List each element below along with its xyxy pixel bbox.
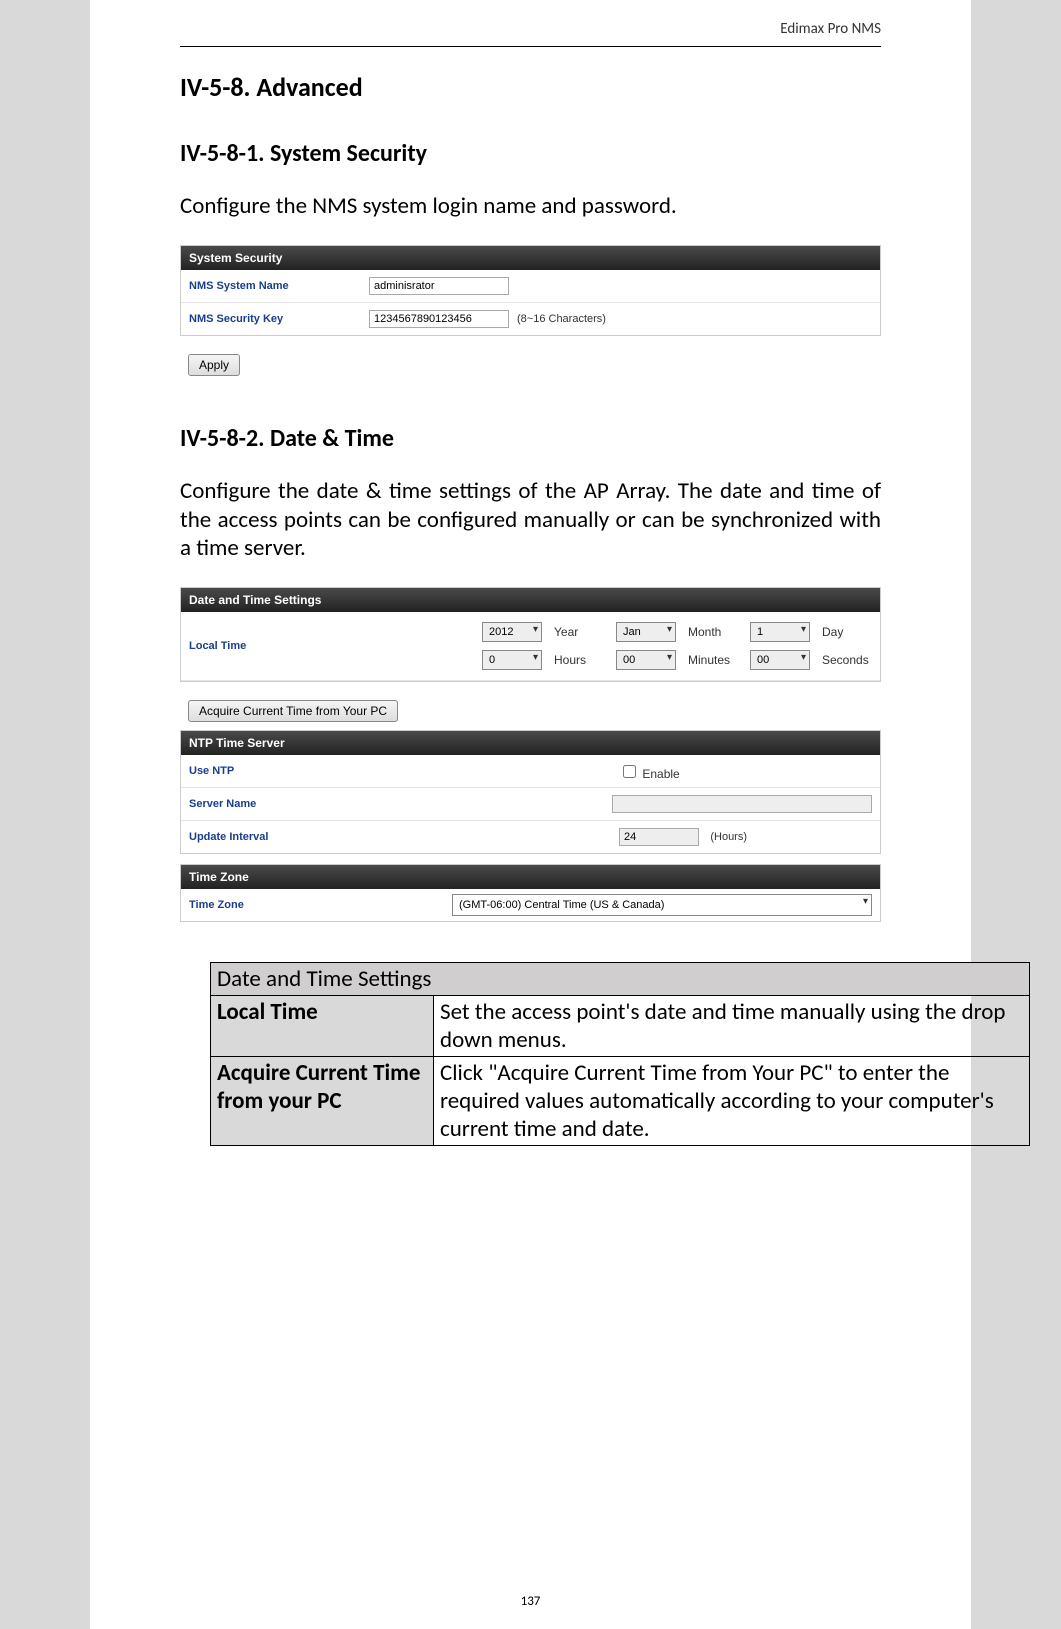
nms-security-key-input[interactable]	[369, 310, 509, 328]
timezone-select[interactable]: (GMT-06:00) Central Time (US & Canada)	[452, 894, 872, 916]
date-time-panel: Date and Time Settings Local Time 2012 Y…	[180, 587, 881, 682]
day-label: Day	[822, 625, 872, 639]
hours-label: Hours	[554, 653, 604, 667]
apply-button[interactable]: Apply	[188, 354, 240, 376]
server-name-input[interactable]	[612, 795, 872, 813]
panel-title: Date and Time Settings	[181, 588, 880, 612]
key-hint: (8~16 Characters)	[517, 313, 606, 325]
subsection-1-title: IV-5-8-1. System Security	[180, 139, 881, 168]
seconds-label: Seconds	[822, 653, 872, 667]
hours-select[interactable]: 0	[482, 650, 542, 670]
description-table: Date and Time Settings Local Time Set th…	[210, 962, 1030, 1146]
subsection-2-desc: Configure the date & time settings of th…	[180, 477, 881, 563]
system-security-panel: System Security NMS System Name NMS Secu…	[180, 245, 881, 336]
year-label: Year	[554, 625, 604, 639]
page-header: Edimax Pro NMS	[180, 20, 881, 47]
month-label: Month	[688, 625, 738, 639]
minutes-select[interactable]: 00	[616, 650, 676, 670]
enable-label: Enable	[642, 767, 679, 781]
month-select[interactable]: Jan	[616, 622, 676, 642]
update-interval-input[interactable]	[619, 828, 699, 846]
section-title: IV-5-8. Advanced	[180, 71, 881, 103]
year-select[interactable]: 2012	[482, 622, 542, 642]
panel-title: System Security	[181, 246, 880, 270]
panel-title: Time Zone	[181, 865, 880, 889]
nms-security-key-label: NMS Security Key	[189, 313, 369, 325]
seconds-select[interactable]: 00	[750, 650, 810, 670]
timezone-panel: Time Zone Time Zone (GMT-06:00) Central …	[180, 864, 881, 922]
subsection-1-desc: Configure the NMS system login name and …	[180, 192, 881, 221]
nms-system-name-label: NMS System Name	[189, 280, 369, 292]
interval-hint: (Hours)	[710, 831, 747, 843]
desc-row1-val: Set the access point's date and time man…	[434, 996, 1030, 1057]
local-time-label: Local Time	[189, 640, 262, 652]
acquire-time-button[interactable]: Acquire Current Time from Your PC	[188, 700, 398, 722]
use-ntp-label: Use NTP	[189, 765, 369, 777]
ntp-panel: NTP Time Server Use NTP Enable Server Na…	[180, 730, 881, 854]
enable-ntp-checkbox[interactable]	[623, 765, 636, 778]
desc-row2-val: Click "Acquire Current Time from Your PC…	[434, 1057, 1030, 1146]
server-name-label: Server Name	[189, 798, 362, 810]
day-select[interactable]: 1	[750, 622, 810, 642]
subsection-2-title: IV-5-8-2. Date & Time	[180, 424, 881, 453]
minutes-label: Minutes	[688, 653, 738, 667]
desc-row2-key: Acquire Current Time from your PC	[211, 1057, 434, 1146]
desc-table-title: Date and Time Settings	[211, 963, 1030, 996]
update-interval-label: Update Interval	[189, 831, 369, 843]
nms-system-name-input[interactable]	[369, 277, 509, 295]
page-number: 137	[90, 1594, 971, 1609]
desc-row1-key: Local Time	[211, 996, 434, 1057]
panel-title: NTP Time Server	[181, 731, 880, 755]
timezone-label: Time Zone	[189, 899, 332, 911]
